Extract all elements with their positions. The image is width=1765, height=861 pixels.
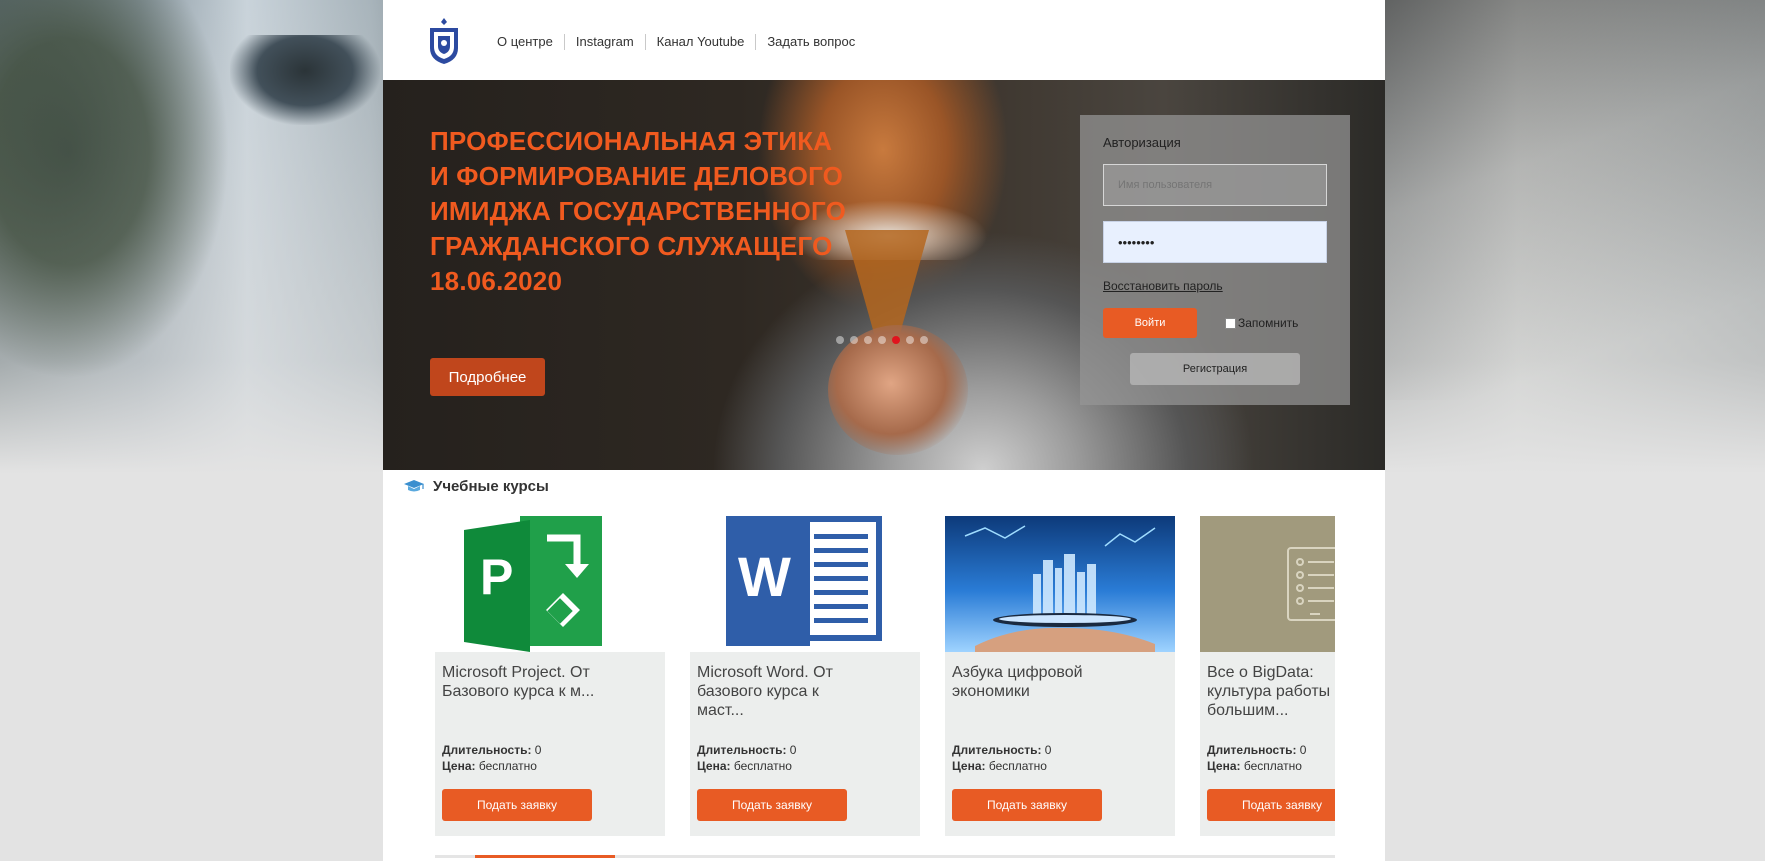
slider-dot[interactable]: [836, 336, 844, 344]
slider-dot-active[interactable]: [892, 336, 900, 344]
restore-password-link[interactable]: Восстановить пароль: [1103, 279, 1223, 293]
background-trees: [0, 0, 230, 380]
ms-word-logo: W: [726, 516, 882, 646]
course-card[interactable]: W Microsoft Word. От базового курса к ма…: [690, 516, 920, 836]
login-panel: Авторизация Восстановить пароль Войти За…: [1080, 115, 1350, 405]
more-details-button[interactable]: Подробнее: [430, 358, 545, 396]
course-meta: Длительность: 0 Цена: бесплатно: [952, 742, 1051, 774]
carousel-scrollbar-thumb[interactable]: [475, 855, 615, 858]
course-title[interactable]: Все о BigData: культура работы большим..…: [1207, 663, 1335, 720]
course-meta: Длительность: 0 Цена: бесплатно: [697, 742, 796, 774]
duration-label: Длительность:: [1207, 743, 1297, 757]
login-panel-title: Авторизация: [1103, 135, 1181, 150]
svg-text:W: W: [738, 545, 791, 608]
slider-dot[interactable]: [878, 336, 886, 344]
ms-project-logo: P: [464, 516, 602, 652]
price-value: бесплатно: [1243, 759, 1302, 773]
duration-label: Длительность:: [442, 743, 532, 757]
price-label: Цена:: [1207, 759, 1241, 773]
nav-item-instagram[interactable]: Instagram: [563, 34, 645, 50]
top-nav: О центре Instagram Канал Youtube Задать …: [497, 34, 866, 50]
username-input[interactable]: [1103, 164, 1327, 206]
nav-item-ask-question[interactable]: Задать вопрос: [755, 34, 866, 50]
slider-dot[interactable]: [920, 336, 928, 344]
courses-title: Учебные курсы: [433, 478, 549, 495]
course-title[interactable]: Microsoft Word. От базового курса к маст…: [697, 663, 892, 720]
price-value: бесплатно: [478, 759, 537, 773]
bigdata-list-icon: [1200, 516, 1335, 652]
remember-me[interactable]: Запомнить: [1225, 316, 1298, 330]
course-card[interactable]: Все о BigData: культура работы большим..…: [1200, 516, 1335, 836]
price-value: бесплатно: [733, 759, 792, 773]
duration-value: 0: [789, 743, 797, 757]
svg-text:P: P: [480, 549, 513, 605]
hero-banner: ПРОФЕССИОНАЛЬНАЯ ЭТИКА И ФОРМИРОВАНИЕ ДЕ…: [383, 80, 1385, 470]
price-label: Цена:: [442, 759, 476, 773]
login-button[interactable]: Войти: [1103, 308, 1197, 338]
apply-button[interactable]: Подать заявку: [1207, 789, 1335, 821]
background-building-dome: [230, 35, 380, 125]
price-label: Цена:: [952, 759, 986, 773]
duration-label: Длительность:: [697, 743, 787, 757]
carousel-scrollbar[interactable]: [435, 855, 1335, 858]
register-button[interactable]: Регистрация: [1130, 353, 1300, 385]
slider-dots: [836, 336, 928, 344]
course-image[interactable]: [945, 516, 1175, 652]
course-image[interactable]: W: [690, 516, 920, 652]
graduation-cap-icon: [404, 479, 424, 491]
duration-value: 0: [1299, 743, 1307, 757]
course-meta: Длительность: 0 Цена: бесплатно: [442, 742, 541, 774]
course-image[interactable]: [1200, 516, 1335, 652]
course-image[interactable]: P: [435, 516, 665, 652]
remember-label: Запомнить: [1238, 316, 1299, 330]
apply-button[interactable]: Подать заявку: [952, 789, 1102, 821]
digital-city-tablet: [945, 516, 1175, 652]
price-label: Цена:: [697, 759, 731, 773]
banner-title: ПРОФЕССИОНАЛЬНАЯ ЭТИКА И ФОРМИРОВАНИЕ ДЕ…: [430, 126, 847, 296]
course-meta: Длительность: 0 Цена: бесплатно: [1207, 742, 1306, 774]
courses-heading: Учебные курсы: [403, 478, 549, 495]
apply-button[interactable]: Подать заявку: [697, 789, 847, 821]
password-input[interactable]: [1103, 221, 1327, 263]
slider-dot[interactable]: [850, 336, 858, 344]
site-header: О центре Instagram Канал Youtube Задать …: [383, 0, 1385, 80]
remember-checkbox[interactable]: [1225, 317, 1236, 329]
slider-dot[interactable]: [906, 336, 914, 344]
courses-carousel: P Microsoft Project. От Базового курса к…: [435, 516, 1335, 836]
apply-button[interactable]: Подать заявку: [442, 789, 592, 821]
course-title[interactable]: Азбука цифровой экономики: [952, 663, 1147, 701]
coat-of-arms-logo[interactable]: [424, 16, 464, 66]
duration-label: Длительность:: [952, 743, 1042, 757]
price-value: бесплатно: [988, 759, 1047, 773]
course-card[interactable]: P Microsoft Project. От Базового курса к…: [435, 516, 665, 836]
nav-item-youtube[interactable]: Канал Youtube: [644, 34, 756, 50]
duration-value: 0: [534, 743, 542, 757]
banner-photo-hand: [828, 325, 968, 455]
slider-dot[interactable]: [864, 336, 872, 344]
course-title[interactable]: Microsoft Project. От Базового курса к м…: [442, 663, 637, 701]
course-card[interactable]: Азбука цифровой экономики Длительность: …: [945, 516, 1175, 836]
page-container: О центре Instagram Канал Youtube Задать …: [383, 0, 1385, 861]
duration-value: 0: [1044, 743, 1052, 757]
nav-item-about[interactable]: О центре: [497, 34, 564, 50]
background-building-arch: [1385, 0, 1765, 400]
